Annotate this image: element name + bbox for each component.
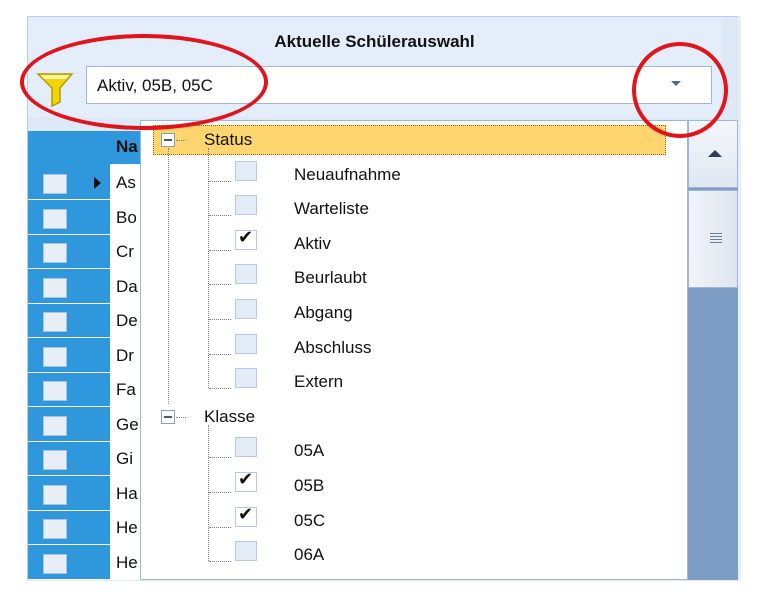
tree-item-label[interactable]: 05B	[294, 476, 324, 496]
funnel-icon[interactable]	[36, 68, 76, 108]
checkmark-icon: ✔	[238, 504, 254, 525]
tree-connector	[176, 140, 186, 141]
row-name: As	[116, 173, 136, 192]
table-row[interactable]: Da	[28, 270, 140, 304]
tree-item-label[interactable]: Abgang	[294, 303, 353, 323]
tree-item-checkbox[interactable]	[235, 299, 257, 319]
vertical-scrollbar[interactable]	[688, 120, 738, 580]
tree-item-label[interactable]: 06A	[294, 545, 324, 565]
filter-dropdown-popup	[140, 120, 688, 580]
chevron-down-icon[interactable]	[671, 81, 681, 86]
tree-connector	[168, 148, 169, 404]
tree-item-label[interactable]: Neuaufnahme	[294, 165, 401, 185]
tree-item-label[interactable]: Abschluss	[294, 338, 371, 358]
row-checkbox[interactable]	[43, 174, 67, 194]
table-row[interactable]: De	[28, 304, 140, 338]
row-checkbox[interactable]	[43, 381, 67, 401]
row-name: He	[116, 518, 138, 537]
table-row[interactable]: Dr	[28, 339, 140, 373]
checkmark-icon: ✔	[238, 227, 254, 248]
tree-connector	[209, 457, 231, 458]
collapse-icon[interactable]	[161, 133, 175, 147]
tree-connector	[209, 561, 231, 562]
row-name: Cr	[116, 242, 134, 261]
window-edge	[738, 16, 741, 580]
checkmark-icon: ✔	[238, 469, 254, 490]
row-checkbox[interactable]	[43, 554, 67, 574]
row-checkbox[interactable]	[43, 450, 67, 470]
tree-item-label[interactable]: Aktiv	[294, 234, 331, 254]
tree-connector	[209, 388, 231, 389]
tree-item-checkbox[interactable]: ✔	[235, 469, 257, 492]
table-row[interactable]: He	[28, 546, 140, 580]
arrow-up-icon	[708, 150, 722, 157]
row-name: Fa	[116, 380, 136, 399]
collapse-icon[interactable]	[161, 410, 175, 424]
table-row[interactable]: Bo	[28, 201, 140, 235]
tree-item-checkbox[interactable]	[235, 195, 257, 215]
filter-combobox[interactable]: Aktiv, 05B, 05C	[86, 66, 712, 104]
tree-item-checkbox[interactable]	[235, 437, 257, 457]
row-checkbox[interactable]	[43, 416, 67, 436]
row-name: Ha	[116, 484, 138, 503]
tree-item-label[interactable]: Warteliste	[294, 199, 369, 219]
table-row[interactable]: Ha	[28, 477, 140, 511]
table-row[interactable]: Fa	[28, 373, 140, 407]
row-checkbox[interactable]	[43, 347, 67, 367]
tree-connector	[209, 492, 231, 493]
table-row[interactable]: As	[28, 166, 140, 200]
table-row[interactable]: He	[28, 511, 140, 545]
tree-item-label[interactable]: Beurlaubt	[294, 268, 367, 288]
filter-value: Aktiv, 05B, 05C	[97, 76, 213, 95]
row-name: Bo	[116, 208, 137, 227]
tree-item-checkbox[interactable]	[235, 334, 257, 354]
tree-item-label[interactable]: 05A	[294, 441, 324, 461]
row-name: De	[116, 311, 138, 330]
row-name: Da	[116, 277, 138, 296]
row-checkbox[interactable]	[43, 485, 67, 505]
tree-item-checkbox[interactable]: ✔	[235, 504, 257, 527]
scroll-up-button[interactable]	[688, 120, 738, 188]
table-row[interactable]: Ge	[28, 408, 140, 442]
tree-connector	[209, 284, 231, 285]
tree-item-label[interactable]: Extern	[294, 372, 343, 392]
scrollbar-thumb[interactable]	[688, 190, 738, 288]
row-checkbox[interactable]	[43, 278, 67, 298]
tree-item-checkbox[interactable]	[235, 161, 257, 181]
row-name: Ge	[116, 415, 139, 434]
table-row[interactable]: Cr	[28, 235, 140, 269]
tree-item-label[interactable]: 05C	[294, 511, 325, 531]
row-name: Dr	[116, 346, 134, 365]
row-pointer-icon	[94, 177, 101, 189]
panel-title: Aktuelle Schülerauswahl	[274, 32, 475, 51]
tree-connector	[208, 425, 209, 561]
grid-column-header[interactable]: Na	[110, 131, 140, 164]
grip-icon	[710, 233, 722, 243]
row-checkbox[interactable]	[43, 312, 67, 332]
row-checkbox[interactable]	[43, 243, 67, 263]
table-row[interactable]: Gi	[28, 442, 140, 476]
tree-item-checkbox[interactable]: ✔	[235, 227, 257, 250]
tree-item-checkbox[interactable]	[235, 368, 257, 388]
row-name: Gi	[116, 449, 133, 468]
tree-connector	[209, 215, 231, 216]
row-name: He	[116, 553, 138, 572]
tree-connector	[209, 354, 231, 355]
tree-group-label[interactable]: Status	[204, 130, 252, 150]
tree-connector	[176, 417, 186, 418]
tree-item-checkbox[interactable]	[235, 264, 257, 284]
row-checkbox[interactable]	[43, 209, 67, 229]
row-checkbox[interactable]	[43, 519, 67, 539]
tree-item-checkbox[interactable]	[235, 541, 257, 561]
tree-connector	[209, 250, 231, 251]
tree-group-label[interactable]: Klasse	[204, 407, 255, 427]
tree-connector	[209, 181, 231, 182]
tree-connector	[209, 319, 231, 320]
tree-connector	[208, 148, 209, 388]
tree-connector	[209, 527, 231, 528]
